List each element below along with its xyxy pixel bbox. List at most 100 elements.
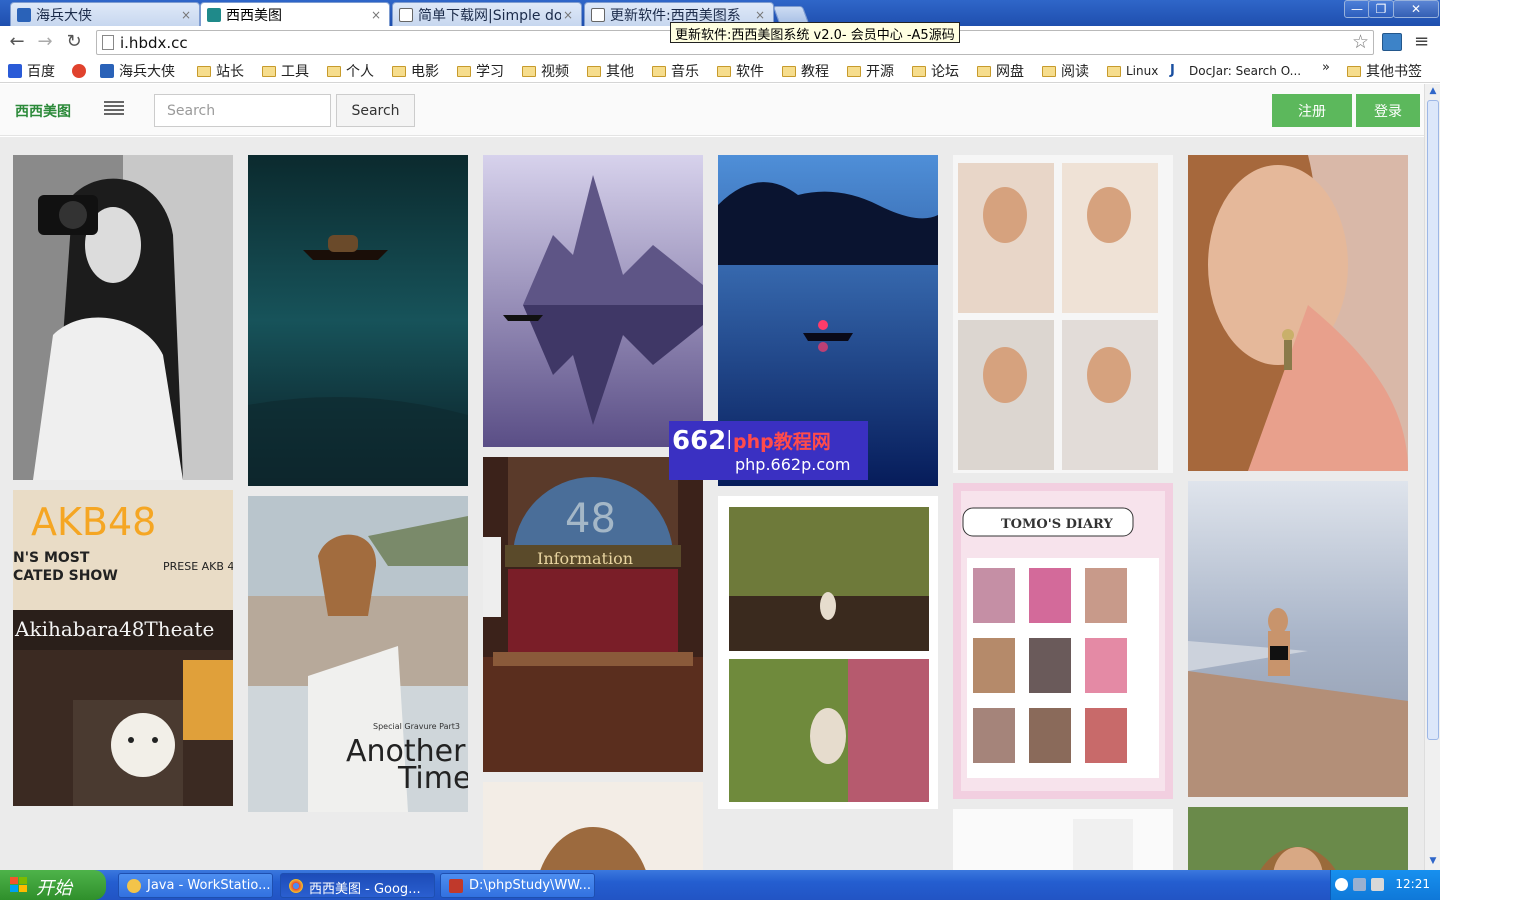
information-sign-text: Information: [537, 549, 633, 568]
folder-icon: [977, 65, 991, 77]
url-text[interactable]: i.hbdx.cc: [120, 34, 188, 52]
bookmark-folder-other-bookmarks[interactable]: 其他书签: [1347, 61, 1422, 81]
bookmarks-overflow-button[interactable]: »: [1322, 60, 1330, 75]
bookmark-baidu[interactable]: 百度: [8, 61, 55, 81]
bookmark-folder-wangpan[interactable]: 网盘: [977, 61, 1024, 81]
photo-card[interactable]: [953, 809, 1173, 870]
page-icon: [399, 7, 413, 22]
photo-card[interactable]: [483, 155, 703, 447]
chrome-menu-icon[interactable]: ≡: [1414, 31, 1429, 52]
bookmark-docjar[interactable]: J DocJar: Search O...: [1170, 61, 1301, 81]
bookmark-folder-gongju[interactable]: 工具: [262, 61, 309, 81]
magazine-page-photo: TOMO'S DIARY: [953, 483, 1173, 799]
taskbar-item-chrome[interactable]: 西西美图 - Goog...: [280, 873, 435, 898]
boat-on-dark-lake-photo: [248, 155, 468, 486]
bookmark-folder-kaiyuan[interactable]: 开源: [847, 61, 894, 81]
tab-close-icon[interactable]: ×: [179, 8, 193, 22]
woman-sitting-seaside-photo: [1188, 481, 1408, 797]
folder-icon: [327, 65, 341, 77]
site-watermark: 662P php教程网 php.662p.com: [669, 421, 868, 480]
photo-card[interactable]: [1188, 155, 1408, 471]
folder-icon: [522, 65, 536, 77]
photo-card[interactable]: TOMO'S DIARY: [953, 483, 1173, 799]
photo-card[interactable]: [1188, 481, 1408, 797]
photo-card[interactable]: [718, 496, 938, 809]
photo-card[interactable]: [483, 782, 703, 870]
bookmark-label: 教程: [801, 64, 829, 80]
bookmark-star-icon[interactable]: ☆: [1352, 31, 1369, 53]
start-button[interactable]: 开始: [0, 870, 106, 900]
bookmark-label: 阅读: [1061, 64, 1089, 80]
bookmark-folder-geren[interactable]: 个人: [327, 61, 374, 81]
tab-xixi-meitu[interactable]: 西西美图 ×: [200, 2, 390, 26]
woman-portrait-outdoor-photo: [1188, 807, 1408, 870]
bookmark-label: 开源: [866, 64, 894, 80]
photo-card[interactable]: Special Gravure Part3 Another Time: [248, 496, 468, 812]
photo-card[interactable]: 48 Information: [483, 457, 703, 772]
bookmarks-bar: 百度 海兵大侠 站长 工具 个人 电影 学习 视频 其他 音乐 软件 教程 开源…: [0, 59, 1440, 83]
minimize-button[interactable]: —: [1344, 0, 1370, 18]
scrollbar-thumb[interactable]: [1427, 100, 1439, 740]
sign-text: 48: [565, 496, 616, 542]
site-favicon-icon: [207, 7, 221, 22]
tray-expand-icon[interactable]: [1335, 878, 1348, 891]
bookmark-haibingdaxia[interactable]: 海兵大侠: [100, 61, 175, 81]
extension-icon[interactable]: [1382, 33, 1402, 51]
tab-close-icon[interactable]: ×: [753, 8, 767, 22]
bookmark-folder-qita[interactable]: 其他: [587, 61, 634, 81]
bookmark-folder-linux[interactable]: Linux: [1107, 61, 1158, 81]
login-button[interactable]: 登录: [1356, 94, 1420, 127]
tab-close-icon[interactable]: ×: [561, 8, 575, 22]
bookmark-folder-zhanzhang[interactable]: 站长: [197, 61, 244, 81]
site-brand-logo[interactable]: 西西美图: [15, 101, 71, 121]
register-button[interactable]: 注册: [1272, 94, 1352, 127]
tab-haibingdaxia[interactable]: 海兵大侠 ×: [10, 2, 200, 26]
photo-card[interactable]: [13, 155, 233, 480]
scroll-down-icon[interactable]: ▼: [1427, 856, 1439, 868]
close-window-button[interactable]: ✕: [1393, 0, 1439, 18]
taskbar-item-explorer[interactable]: D:\phpStudy\WW...: [440, 873, 595, 898]
bookmark-folder-yinyue[interactable]: 音乐: [652, 61, 699, 81]
windows-taskbar: 开始 Java - WorkStatio... 西西美图 - Goog... D…: [0, 870, 1440, 900]
task-label: 西西美图 - Goog...: [309, 882, 421, 897]
volume-icon[interactable]: [1371, 878, 1384, 891]
back-button[interactable]: ←: [6, 32, 28, 54]
bookmark-folder-dianying[interactable]: 电影: [392, 61, 439, 81]
bookmark-folder-shipin[interactable]: 视频: [522, 61, 569, 81]
bookmark-folder-yuedu[interactable]: 阅读: [1042, 61, 1089, 81]
restore-button[interactable]: ❐: [1368, 0, 1394, 18]
site-favicon-icon: [100, 64, 114, 78]
photo-card[interactable]: [248, 155, 468, 486]
clock[interactable]: 12:21: [1395, 877, 1430, 891]
photo-card[interactable]: [1188, 807, 1408, 870]
bookmark-weibo[interactable]: [72, 61, 91, 81]
woman-portrait-earring-photo: [1188, 155, 1408, 471]
photo-card[interactable]: [953, 155, 1173, 473]
taskbar-item-java[interactable]: Java - WorkStatio...: [118, 873, 273, 898]
bookmark-label: 海兵大侠: [119, 64, 175, 80]
site-navbar: 西西美图 Search 注册 登录: [0, 84, 1425, 136]
task-label: Java - WorkStatio...: [147, 878, 271, 893]
search-input[interactable]: [154, 94, 331, 127]
folder-icon: [1042, 65, 1056, 77]
system-tray: 12:21: [1330, 870, 1440, 900]
search-button[interactable]: Search: [336, 94, 415, 127]
bookmark-label: 个人: [346, 64, 374, 80]
tab-simple-download[interactable]: 简单下载网|Simple do ×: [392, 2, 582, 26]
bookmark-folder-luntan[interactable]: 论坛: [912, 61, 959, 81]
bookmark-folder-ruanjian[interactable]: 软件: [717, 61, 764, 81]
sign-text: AKB48: [31, 500, 156, 544]
bookmark-folder-jiaocheng[interactable]: 教程: [782, 61, 829, 81]
folder-window-icon: [449, 879, 463, 893]
bookmark-folder-xuexi[interactable]: 学习: [457, 61, 504, 81]
java-icon: [127, 879, 141, 893]
network-icon[interactable]: [1353, 878, 1366, 891]
scroll-up-icon[interactable]: ▲: [1427, 86, 1439, 98]
forward-button[interactable]: →: [34, 32, 56, 54]
tab-close-icon[interactable]: ×: [369, 8, 383, 22]
photo-card[interactable]: AKB48 N'S MOST CATED SHOW PRESE AKB 4 Ak…: [13, 490, 233, 806]
reload-button[interactable]: ↻: [63, 32, 85, 54]
page-scrollbar[interactable]: ▲ ▼: [1424, 84, 1440, 870]
hamburger-menu-icon[interactable]: [104, 101, 124, 115]
caption-big-text: Time: [397, 761, 468, 796]
